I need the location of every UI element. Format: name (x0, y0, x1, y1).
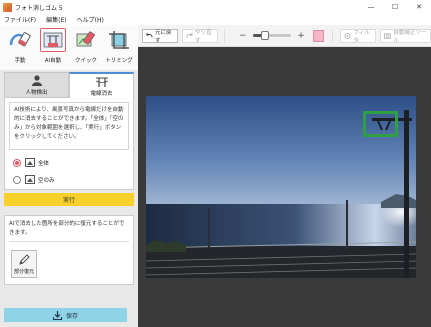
canvas-toolbar: 元に戻す やり直す − + フィルタ 自動補正ツール (138, 25, 431, 47)
pencil-icon (19, 253, 30, 265)
title-bar: フォト消しゴム 5 — ☐ ✕ (0, 0, 431, 14)
fit-to-window-button[interactable] (312, 29, 324, 42)
light-post (346, 200, 348, 248)
power-line-detection-box[interactable] (363, 111, 398, 137)
ai-auto-icon (40, 28, 66, 52)
filter-label: フィルタ (353, 29, 370, 44)
image-icon (25, 158, 35, 167)
tool-manual[interactable]: 手動 (4, 25, 36, 68)
filter-button[interactable]: フィルタ (340, 28, 377, 44)
redo-icon (186, 32, 193, 38)
run-button[interactable]: 実行 (4, 193, 134, 206)
save-label: 保存 (65, 312, 78, 320)
maximize-button[interactable]: ☐ (383, 0, 407, 14)
tool-label: クイック (74, 58, 97, 64)
person-icon (31, 74, 42, 86)
tool-label: トリミング (105, 58, 133, 64)
partial-restore-description: AIで消去した箇所を部分的に復元することができます。 (9, 220, 129, 242)
filter-icon (344, 32, 351, 39)
correction-label: 自動補正ツール (393, 29, 427, 44)
undo-button[interactable]: 元に戻す (142, 28, 179, 44)
separator (224, 28, 226, 43)
undo-icon (146, 32, 153, 38)
app-icon (3, 2, 12, 12)
power-line-panel: AI技術により、風景写真から電線だけを自動的に消去することができます。「全体」「… (4, 98, 134, 190)
tool-label: AI自動 (44, 58, 62, 64)
tab-person-detect[interactable]: 人物検出 (4, 72, 69, 98)
radio-sky-only[interactable] (13, 175, 21, 184)
window-title: フォト消しゴム 5 (15, 4, 63, 12)
power-line-description: AI技術により、風景写真から電線だけを自動的に消去することができます。「全体」「… (9, 102, 129, 150)
radio-all[interactable] (13, 158, 21, 167)
tool-quick[interactable]: クイック (70, 25, 102, 68)
tool-trimming[interactable]: トリミング (103, 25, 135, 68)
trimming-icon (106, 28, 132, 52)
option-label: 全体 (38, 160, 50, 167)
menu-bar: ファイル(F) 編集(E) ヘルプ(H) (0, 14, 140, 25)
redo-label: やり直す (195, 29, 212, 44)
mode-tabs: 人物検出 電線消去 (4, 72, 134, 98)
image-icon (25, 175, 35, 184)
minimize-button[interactable]: — (359, 0, 383, 14)
option-sky-only[interactable]: 空のみ (9, 173, 129, 186)
zoom-in-button[interactable]: + (297, 31, 305, 41)
partial-restore-panel: AIで消去した箇所を部分的に復元することができます。 部分復元 (4, 215, 134, 285)
tool-selector: 手動 AI自動 クイック トリミング (0, 25, 138, 70)
tab-power-line-erase[interactable]: 電線消去 (69, 72, 134, 98)
correction-icon (384, 32, 392, 39)
download-icon (52, 310, 62, 320)
option-label: 空のみ (38, 177, 55, 184)
separator (331, 28, 333, 43)
tab-label: 人物検出 (25, 89, 48, 96)
menu-file[interactable]: ファイル(F) (4, 15, 36, 24)
redo-button[interactable]: やり直す (182, 28, 219, 44)
power-line-icon (95, 77, 108, 87)
tool-ai-auto[interactable]: AI自動 (37, 25, 69, 68)
option-all[interactable]: 全体 (9, 156, 129, 169)
close-button[interactable]: ✕ (407, 0, 431, 14)
undo-label: 元に戻す (154, 29, 172, 44)
zoom-slider-handle[interactable] (260, 31, 269, 40)
manual-brush-icon (7, 28, 33, 52)
auto-correction-button[interactable]: 自動補正ツール (380, 28, 431, 44)
zoom-slider[interactable] (252, 31, 292, 40)
menu-edit[interactable]: 編集(E) (46, 15, 66, 24)
zoom-out-button[interactable]: − (239, 31, 247, 41)
tool-label: 手動 (14, 58, 26, 64)
window-controls: — ☐ ✕ (359, 0, 431, 14)
utility-pole (404, 110, 409, 278)
partial-restore-label: 部分復元 (13, 268, 34, 275)
menu-help[interactable]: ヘルプ(H) (77, 15, 104, 24)
tab-label: 電線消去 (90, 90, 113, 97)
save-button[interactable]: 保存 (4, 308, 127, 322)
quick-eraser-icon (73, 28, 99, 52)
light-post (208, 208, 210, 248)
partial-restore-button[interactable]: 部分復元 (11, 250, 37, 278)
